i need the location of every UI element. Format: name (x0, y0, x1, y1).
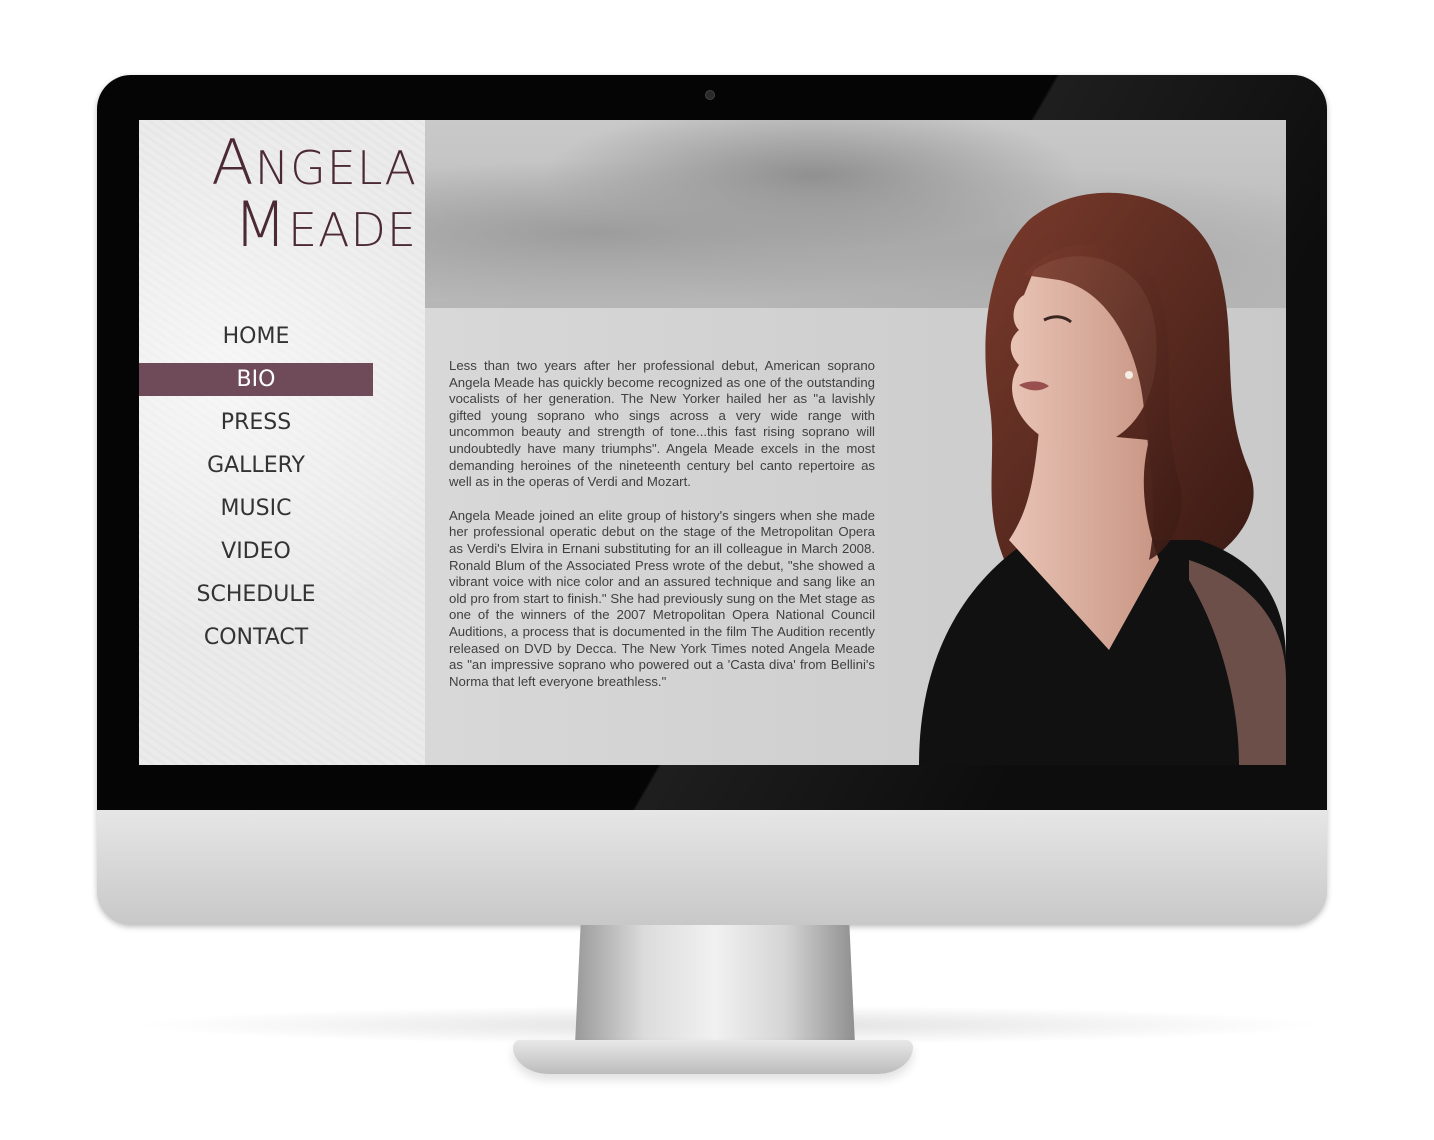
nav-contact[interactable]: CONTACT (139, 621, 373, 654)
bio-paragraph-2: Angela Meade joined an elite group of hi… (449, 507, 875, 689)
logo-rest-1: ngela (254, 141, 417, 195)
main-nav: HOME BIO PRESS GALLERY MUSIC VIDEO SCHED… (139, 320, 425, 664)
nav-video[interactable]: VIDEO (139, 535, 373, 568)
website-screen: Angela Meade HOME BIO PRESS GALLERY MUSI… (139, 120, 1286, 765)
monitor-foot (513, 1040, 913, 1074)
logo-line-1: Angela (187, 132, 417, 194)
nav-press[interactable]: PRESS (139, 406, 373, 439)
site-logo[interactable]: Angela Meade (187, 132, 417, 256)
sidebar: Angela Meade HOME BIO PRESS GALLERY MUSI… (139, 120, 425, 765)
bio-paragraph-1: Less than two years after her profession… (449, 358, 875, 490)
monitor-chin (97, 810, 1327, 925)
nav-music[interactable]: MUSIC (139, 492, 373, 525)
nav-schedule[interactable]: SCHEDULE (139, 578, 373, 611)
monitor-stand (575, 925, 855, 1045)
nav-gallery[interactable]: GALLERY (139, 449, 373, 482)
logo-line-2: Meade (187, 194, 417, 256)
nav-bio[interactable]: BIO (139, 363, 373, 396)
camera-icon (705, 90, 715, 100)
bio-text: Less than two years after her profession… (449, 358, 875, 707)
nav-home[interactable]: HOME (139, 320, 373, 353)
singer-portrait (919, 192, 1286, 765)
logo-rest-2: eade (287, 203, 417, 257)
logo-initial-m: M (233, 188, 288, 261)
